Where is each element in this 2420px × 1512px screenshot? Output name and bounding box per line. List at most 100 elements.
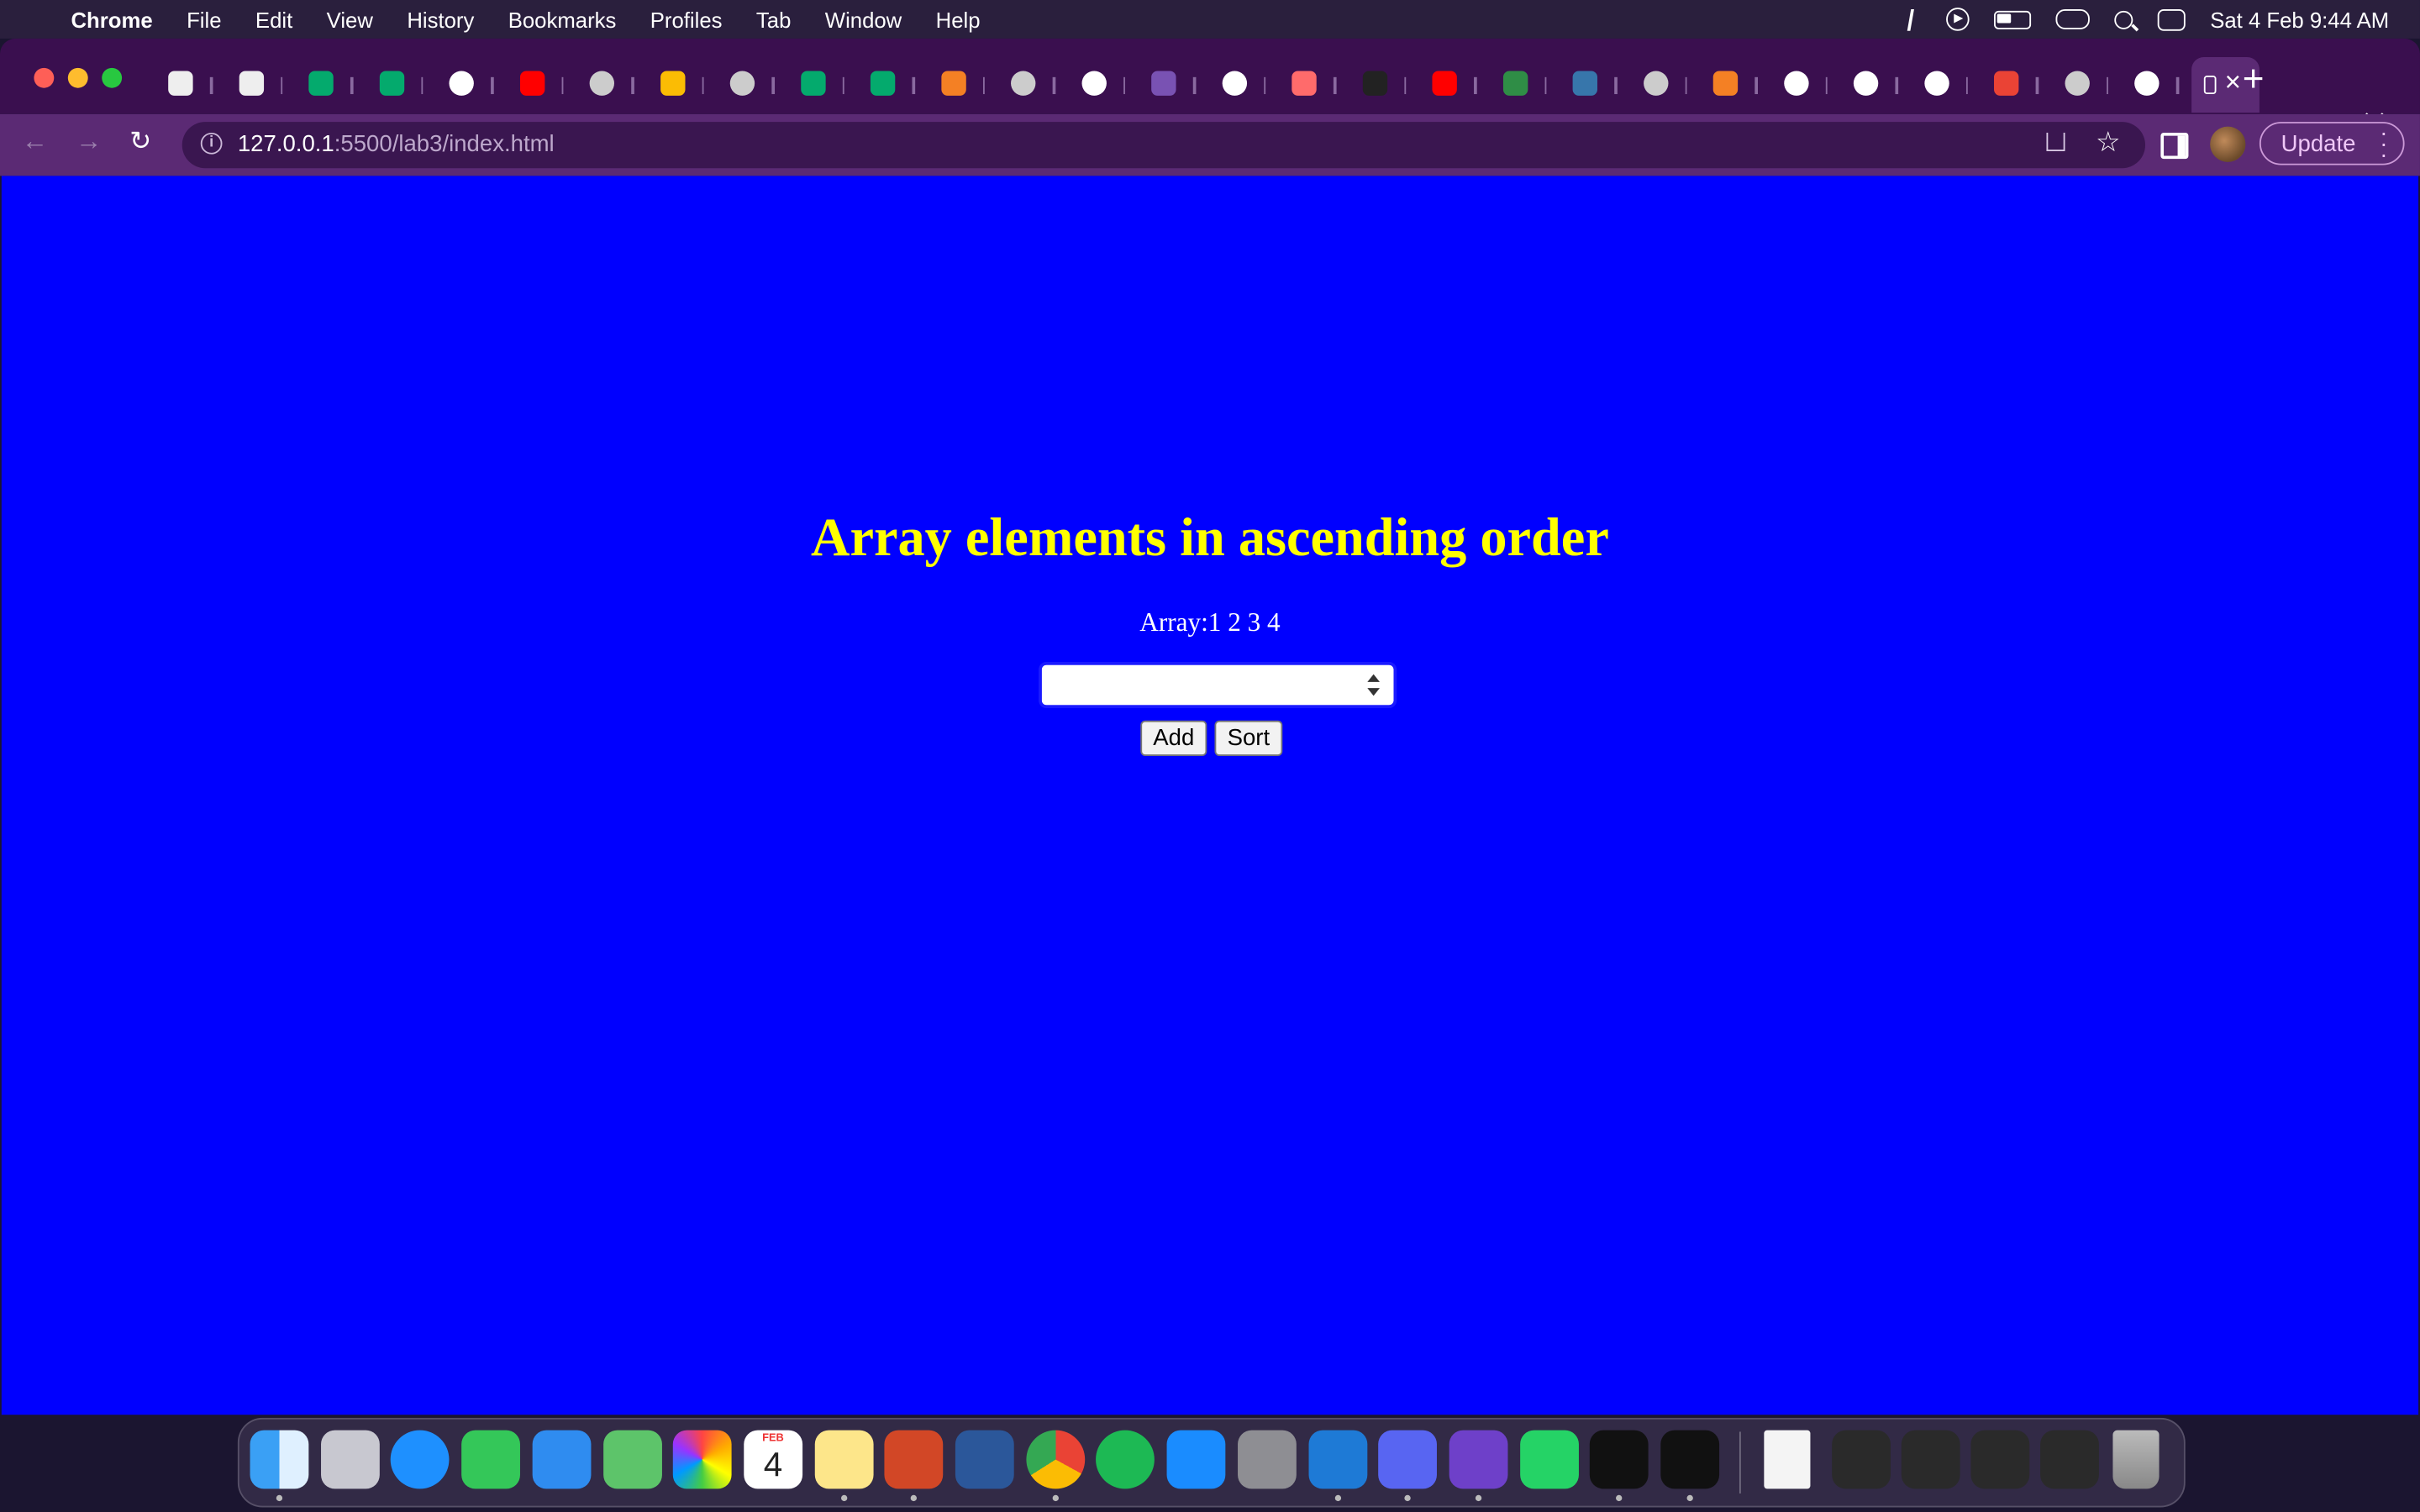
tab-separator — [491, 76, 493, 95]
github-desktop-icon[interactable] — [1449, 1430, 1508, 1489]
update-button[interactable]: Update · · · — [2259, 122, 2405, 166]
menu-tab[interactable]: Tab — [756, 7, 791, 31]
minimized-window-chrome[interactable] — [1832, 1430, 1891, 1489]
side-panel-icon[interactable] — [2160, 132, 2189, 160]
app-store-icon[interactable] — [1166, 1430, 1226, 1489]
add-button[interactable]: Add — [1140, 720, 1207, 756]
number-input[interactable] — [1039, 661, 1397, 709]
menu-bookmarks[interactable]: Bookmarks — [508, 7, 617, 31]
terminal-icon[interactable] — [1590, 1430, 1649, 1489]
notes-icon[interactable] — [814, 1430, 873, 1489]
menu-clock[interactable]: Sat 4 Feb 9:44 AM — [2210, 7, 2389, 31]
forward-arrow-icon[interactable]: → — [76, 127, 102, 158]
minimized-window-github[interactable] — [1970, 1430, 2030, 1489]
control-center-icon[interactable] — [2157, 8, 2186, 30]
word-icon[interactable] — [955, 1430, 1014, 1489]
now-playing-icon[interactable] — [1946, 8, 1970, 31]
browser-tab[interactable] — [1770, 57, 1840, 113]
system-settings-icon[interactable] — [1237, 1430, 1297, 1489]
profile-avatar[interactable] — [2210, 126, 2246, 162]
url-text[interactable]: 127.0.0.1:5500/lab3/index.html — [238, 131, 555, 157]
menu-profiles[interactable]: Profiles — [650, 7, 723, 31]
close-window-button[interactable] — [34, 67, 55, 88]
browser-tab[interactable] — [1839, 57, 1910, 113]
new-tab-button[interactable]: + — [2235, 57, 2272, 103]
browser-tab[interactable] — [646, 57, 717, 113]
spotify-icon[interactable] — [1096, 1430, 1155, 1489]
browser-tab[interactable] — [1207, 57, 1278, 113]
browser-tab[interactable] — [576, 57, 646, 113]
spotlight-search-icon[interactable] — [2114, 9, 2133, 29]
minimized-window-discord[interactable] — [1901, 1430, 1960, 1489]
menu-history[interactable]: History — [407, 7, 474, 31]
powerpoint-icon[interactable] — [884, 1430, 944, 1489]
browser-tab[interactable] — [224, 57, 295, 113]
menu-help[interactable]: Help — [936, 7, 981, 31]
html-file-icon[interactable] — [1764, 1430, 1811, 1489]
browser-tab[interactable] — [1699, 57, 1770, 113]
tab-separator — [1192, 76, 1196, 95]
browser-tab[interactable] — [997, 57, 1068, 113]
browser-tab[interactable] — [856, 57, 927, 113]
browser-tab[interactable] — [1138, 57, 1208, 113]
calendar-month: FEB — [762, 1433, 784, 1445]
trash-icon[interactable] — [2112, 1430, 2160, 1489]
terminal-icon[interactable] — [1660, 1430, 1720, 1489]
mail-icon[interactable] — [532, 1430, 592, 1489]
sort-button[interactable]: Sort — [1214, 720, 1283, 756]
browser-tab[interactable] — [1348, 57, 1418, 113]
zoom-window-button[interactable] — [102, 67, 123, 88]
more-menu-icon[interactable]: · · · — [2380, 122, 2387, 166]
address-bar[interactable]: i 127.0.0.1:5500/lab3/index.html ☆ — [182, 122, 2146, 169]
stackoverflow-icon — [1712, 71, 1739, 96]
w3schools-icon — [378, 71, 404, 96]
finder-icon[interactable] — [250, 1430, 309, 1489]
browser-tab[interactable] — [295, 57, 366, 113]
browser-tab[interactable] — [2121, 57, 2191, 113]
browser-tab[interactable] — [1278, 57, 1349, 113]
browser-tab[interactable] — [1910, 57, 1981, 113]
chrome-icon — [1923, 71, 1949, 96]
browser-tab[interactable] — [365, 57, 435, 113]
screen-mirroring-icon[interactable] — [2055, 9, 2090, 29]
bookmark-star-icon[interactable]: ☆ — [2096, 127, 2121, 160]
tab-separator — [1263, 76, 1266, 95]
calendar-icon[interactable]: FEB 4 — [744, 1430, 802, 1489]
maps-icon[interactable] — [602, 1430, 662, 1489]
site-info-icon[interactable]: i — [200, 132, 223, 155]
browser-tab[interactable] — [1980, 57, 2050, 113]
menu-app-name[interactable]: Chrome — [71, 7, 152, 31]
bluetooth-icon[interactable] — [1907, 8, 1924, 30]
share-icon[interactable] — [2046, 132, 2065, 151]
browser-tab[interactable] — [716, 57, 786, 113]
launchpad-icon[interactable] — [320, 1430, 380, 1489]
browser-tab[interactable] — [1559, 57, 1629, 113]
back-arrow-icon[interactable]: ← — [22, 127, 48, 158]
minimized-window-vscode[interactable] — [2040, 1430, 2099, 1489]
browser-tab[interactable] — [155, 57, 225, 113]
menu-edit[interactable]: Edit — [255, 7, 292, 31]
minimize-window-button[interactable] — [67, 67, 88, 88]
browser-tab[interactable] — [1488, 57, 1559, 113]
number-spinner-icon[interactable] — [1365, 673, 1381, 697]
whatsapp-icon[interactable] — [1519, 1430, 1579, 1489]
browser-tab[interactable] — [435, 57, 506, 113]
browser-tab[interactable] — [927, 57, 997, 113]
browser-tab[interactable] — [786, 57, 857, 113]
browser-tab[interactable] — [2050, 57, 2121, 113]
browser-tab[interactable] — [1067, 57, 1138, 113]
battery-icon[interactable] — [1994, 9, 2032, 29]
reload-icon[interactable]: ↻ — [129, 127, 151, 158]
menu-window[interactable]: Window — [825, 7, 902, 31]
browser-tab[interactable] — [1418, 57, 1489, 113]
menu-view[interactable]: View — [327, 7, 373, 31]
discord-icon[interactable] — [1378, 1430, 1438, 1489]
vscode-icon[interactable] — [1307, 1430, 1367, 1489]
chrome-icon[interactable] — [1025, 1430, 1085, 1489]
messages-icon[interactable] — [461, 1430, 521, 1489]
safari-icon[interactable] — [391, 1430, 450, 1489]
photos-icon[interactable] — [673, 1430, 732, 1489]
browser-tab[interactable] — [1629, 57, 1700, 113]
browser-tab[interactable] — [506, 57, 576, 113]
menu-file[interactable]: File — [187, 7, 221, 31]
